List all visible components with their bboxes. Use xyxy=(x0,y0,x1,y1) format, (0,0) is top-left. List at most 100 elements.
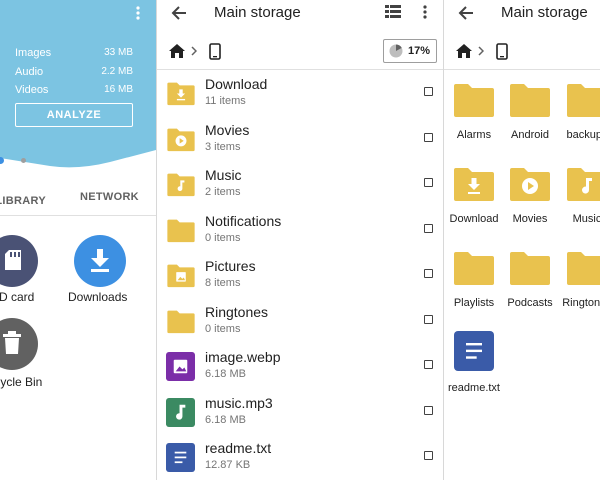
recycle-bin-label-wrap: Recycle Bin xyxy=(0,373,59,391)
sd-card-icon xyxy=(4,249,22,271)
folder-movies-icon xyxy=(508,166,552,202)
folder-icon xyxy=(508,250,552,286)
list-view-icon[interactable] xyxy=(385,5,401,19)
page-title: Main storage xyxy=(214,4,301,21)
item-name: Movies xyxy=(205,121,250,138)
folder-icon xyxy=(565,82,600,118)
back-arrow-icon[interactable] xyxy=(458,5,474,21)
back-arrow-icon[interactable] xyxy=(171,5,187,21)
select-checkbox[interactable] xyxy=(424,223,433,233)
item-name: Notifications xyxy=(205,212,282,229)
list-item[interactable]: Music 2 items xyxy=(157,162,443,207)
analyze-button[interactable]: ANALYZE xyxy=(15,103,133,127)
chevron-right-icon xyxy=(191,46,197,56)
list-item[interactable]: readme.txt 12.87 KB xyxy=(157,435,443,480)
item-meta: 6.18 MB xyxy=(205,368,246,380)
list-item[interactable]: Ringtones 0 items xyxy=(157,299,443,344)
item-meta: 0 items xyxy=(205,231,241,244)
home-icon[interactable] xyxy=(455,43,473,59)
tab-library[interactable]: LIBRARY xyxy=(0,191,46,209)
item-meta: 6.18 MB xyxy=(205,413,246,426)
storage-usage-button[interactable]: 17% xyxy=(383,39,437,63)
list-item[interactable]: Movies 3 items xyxy=(157,117,443,162)
file-list-pane: Main storage 17% Download 11 items Movies 3… xyxy=(156,0,444,480)
grid-item[interactable]: Android xyxy=(500,82,560,162)
item-meta: 11 items xyxy=(205,95,246,107)
select-checkbox[interactable] xyxy=(424,132,433,142)
folder-pictures-icon xyxy=(166,263,196,293)
overflow-menu-icon[interactable] xyxy=(421,4,429,20)
breadcrumb xyxy=(444,38,600,66)
folder-icon xyxy=(166,309,196,339)
storage-summary-header xyxy=(0,0,156,168)
item-meta: 2 items xyxy=(205,186,241,198)
list-item[interactable]: Download 11 items xyxy=(157,71,443,116)
select-checkbox[interactable] xyxy=(424,314,433,324)
trash-icon xyxy=(2,331,22,355)
grid-item[interactable]: Download xyxy=(444,166,504,246)
grid-item-name: Ringtones xyxy=(562,297,600,309)
chevron-right-icon xyxy=(478,46,484,56)
grid-item[interactable]: Podcasts xyxy=(500,250,560,330)
stat-value: 16 MB xyxy=(104,84,133,95)
item-name: Ringtones xyxy=(205,303,269,320)
grid-item-name: Music xyxy=(572,213,600,225)
home-icon[interactable] xyxy=(168,43,186,59)
folder-icon xyxy=(452,250,496,286)
recycle-bin-shortcut[interactable] xyxy=(0,318,38,370)
item-name: music.mp3 xyxy=(205,394,273,411)
item-meta: 3 items xyxy=(205,140,241,153)
grid-item[interactable]: backups xyxy=(557,82,600,162)
recycle-bin-label: Recycle Bin xyxy=(0,375,43,389)
file-grid-pane: Main storage AlarmsAndroid backups Downloa… xyxy=(444,0,600,480)
grid-item[interactable]: Movies xyxy=(500,166,560,246)
grid-item[interactable]: Ringtones xyxy=(557,250,600,330)
sd-card-shortcut[interactable] xyxy=(0,235,38,287)
select-checkbox[interactable] xyxy=(424,451,433,460)
list-item[interactable]: music.mp3 6.18 MB xyxy=(157,390,443,435)
stat-audio: Audio 2.2 MB xyxy=(15,66,133,80)
item-name: Download xyxy=(205,76,268,92)
grid-item[interactable]: Playlists xyxy=(444,250,504,330)
list-item[interactable]: Notifications 0 items xyxy=(157,208,443,253)
phone-icon[interactable] xyxy=(496,43,508,60)
grid-item[interactable]: Music xyxy=(557,166,600,246)
select-checkbox[interactable] xyxy=(424,87,433,96)
folder-icon xyxy=(508,82,552,118)
overflow-menu-icon[interactable] xyxy=(134,5,142,21)
download-icon xyxy=(89,248,111,274)
grid-item[interactable]: Alarms xyxy=(444,82,504,162)
divider xyxy=(157,69,443,70)
stat-images: Images 33 MB xyxy=(15,47,133,61)
stat-label: Images xyxy=(15,47,52,59)
select-checkbox[interactable] xyxy=(424,360,433,369)
text-file-icon xyxy=(166,443,196,473)
downloads-shortcut[interactable] xyxy=(74,235,126,287)
grid-item-name: readme.txt xyxy=(448,382,500,394)
grid-item[interactable]: readme.txt xyxy=(444,331,504,411)
tab-network[interactable]: NETWORK xyxy=(80,191,139,203)
downloads-label: Downloads xyxy=(68,290,128,304)
list-item[interactable]: image.webp 6.18 MB xyxy=(157,344,443,389)
text-file-icon xyxy=(454,331,498,371)
select-checkbox[interactable] xyxy=(424,269,433,278)
stat-label: Videos xyxy=(15,84,49,96)
page-indicator xyxy=(21,158,26,163)
storage-pie-icon xyxy=(389,44,403,58)
stat-label: Audio xyxy=(15,66,44,78)
phone-icon[interactable] xyxy=(209,43,221,60)
list-item[interactable]: Pictures 8 items xyxy=(157,253,443,298)
audio-file-icon xyxy=(166,397,196,428)
stat-value: 2.2 MB xyxy=(101,66,133,77)
storage-percent: 17% xyxy=(408,45,431,57)
item-meta: 8 items xyxy=(205,277,241,289)
stat-value: 33 MB xyxy=(104,47,133,58)
stat-videos: Videos 16 MB xyxy=(15,84,133,98)
select-checkbox[interactable] xyxy=(424,178,433,187)
folder-download-icon xyxy=(452,166,496,202)
folder-download-icon xyxy=(166,81,196,111)
folder-icon xyxy=(166,218,196,248)
item-name: image.webp xyxy=(205,349,281,365)
select-checkbox[interactable] xyxy=(424,405,433,415)
folder-music-icon xyxy=(565,166,600,202)
